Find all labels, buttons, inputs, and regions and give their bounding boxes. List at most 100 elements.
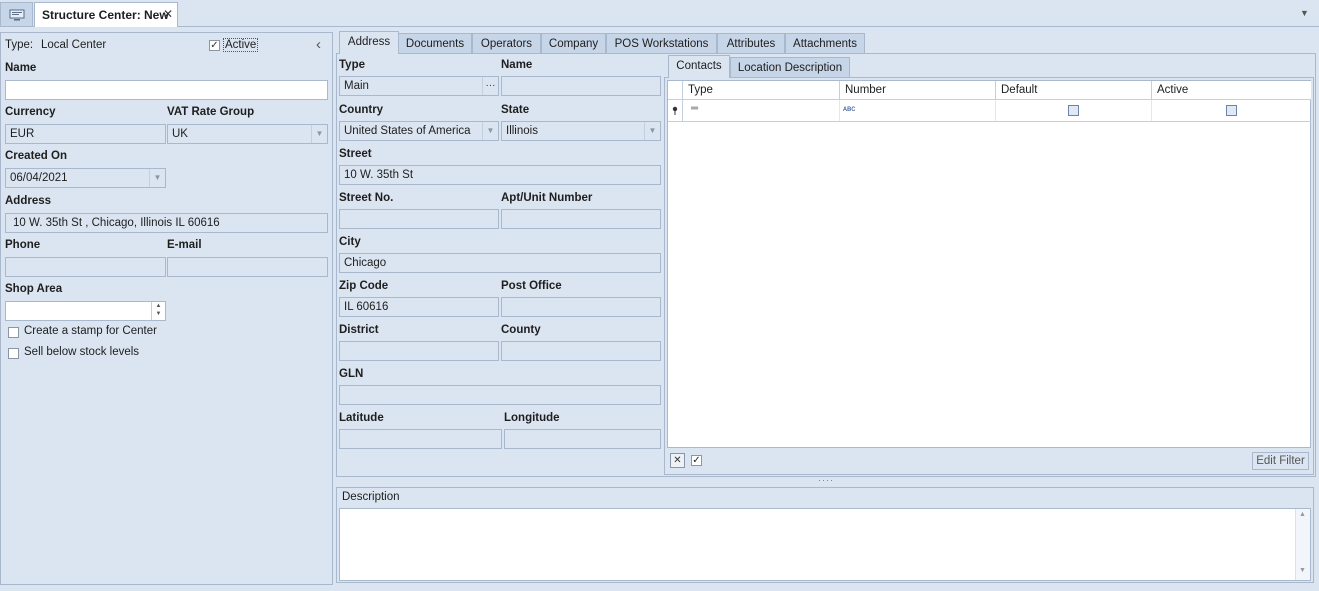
ellipsis-button[interactable]: ··· [482,77,498,95]
chevron-down-icon[interactable]: ▼ [149,169,165,187]
chevron-down-icon[interactable]: ▼ [1300,8,1309,18]
grid-footer: ✕ ✓ Edit Filter [667,450,1311,472]
column-header-type[interactable]: Type [683,81,840,100]
chevron-down-icon[interactable]: ▼ [311,125,327,143]
chevron-down-icon[interactable]: ▼ [482,122,498,140]
active-label[interactable]: Active [223,38,259,52]
address-type-label: Type [339,59,365,71]
tab-contacts[interactable]: Contacts [668,55,730,78]
tab-pos-workstations[interactable]: POS Workstations [606,33,717,54]
contacts-grid: Type Number Default Active ═ ᴀʙᴄ [667,80,1311,448]
left-panel: Type: Local Center ✓ Active ‹ Name Curre… [0,32,333,585]
pin-icon [672,106,678,115]
description-scrollbar[interactable]: ▲ ▼ [1295,509,1310,580]
vat-rate-group-value: UK [172,128,188,140]
gln-label: GLN [339,368,364,380]
address-field[interactable]: 10 W. 35th St , Chicago, Illinois IL 606… [5,213,328,233]
filter-cell-number[interactable]: ᴀʙᴄ [840,100,996,121]
type-label: Type: [5,39,34,51]
filter-row-indicator [668,100,683,121]
state-value: Illinois [506,125,538,137]
zip-code-field[interactable]: IL 60616 [339,297,499,317]
tab-attachments[interactable]: Attachments [785,33,865,54]
collapse-icon[interactable]: ‹ [316,36,321,53]
gln-field[interactable] [339,385,661,405]
filter-cell-default[interactable] [996,100,1152,121]
clear-filter-button[interactable]: ✕ [670,453,685,468]
district-field[interactable] [339,341,499,361]
latitude-field[interactable] [339,429,502,449]
apt-unit-field[interactable] [501,209,661,229]
app-menu-button[interactable] [0,2,33,26]
address-type-field[interactable]: Main ··· [339,76,499,96]
edit-filter-button[interactable]: Edit Filter [1252,452,1309,470]
post-office-label: Post Office [501,280,562,292]
tab-company[interactable]: Company [541,33,606,54]
longitude-label: Longitude [504,412,560,424]
country-value: United States of America [344,125,471,137]
street-no-field[interactable] [339,209,499,229]
default-filter-checkbox[interactable] [1068,105,1079,116]
state-select[interactable]: Illinois ▼ [501,121,661,141]
equals-icon: ═ [691,103,699,114]
sell-below-checkbox[interactable] [8,348,19,359]
latitude-label: Latitude [339,412,384,424]
created-on-date-picker[interactable]: 06/04/2021 ▼ [5,168,166,188]
phone-field[interactable] [5,257,166,277]
create-stamp-checkbox[interactable] [8,327,19,338]
spin-buttons[interactable]: ▲ ▼ [151,302,165,320]
column-header-number[interactable]: Number [840,81,996,100]
description-textarea[interactable] [339,508,1311,581]
column-header-default[interactable]: Default [996,81,1152,100]
column-header-active[interactable]: Active [1152,81,1311,100]
phone-label: Phone [5,239,41,251]
name-label: Name [5,62,37,74]
shop-area-label: Shop Area [5,283,63,295]
grid-indicator-header [668,81,683,100]
tab-location-description[interactable]: Location Description [730,57,850,78]
email-label: E-mail [167,239,202,251]
post-office-field[interactable] [501,297,661,317]
close-icon[interactable]: ✕ [163,7,173,21]
city-field[interactable]: Chicago [339,253,661,273]
text-filter-icon: ᴀʙᴄ [843,104,856,113]
filter-cell-active[interactable] [1152,100,1311,121]
chevron-down-icon[interactable]: ▼ [644,122,660,140]
create-stamp-label[interactable]: Create a stamp for Center [24,325,157,337]
filter-cell-type[interactable]: ═ [683,100,840,121]
tab-attributes[interactable]: Attributes [717,33,785,54]
city-label: City [339,236,361,248]
name-input[interactable] [5,80,328,100]
county-field[interactable] [501,341,661,361]
street-label: Street [339,148,372,160]
created-on-value: 06/04/2021 [10,172,68,184]
document-tab[interactable]: Structure Center: New ✕ [34,2,178,27]
vat-rate-group-select[interactable]: UK ▼ [167,124,328,144]
zip-code-label: Zip Code [339,280,389,292]
currency-label: Currency [5,106,56,118]
enable-filter-checkbox[interactable]: ✓ [691,455,702,466]
address-name-label: Name [501,59,533,71]
description-panel: Description ▲ ▼ [336,487,1314,583]
tab-address[interactable]: Address [339,31,399,54]
country-select[interactable]: United States of America ▼ [339,121,499,141]
monitor-icon [9,9,24,20]
scroll-down-icon[interactable]: ▼ [1299,567,1306,574]
description-label: Description [342,491,400,503]
document-tab-title: Structure Center: New [42,8,169,22]
active-checkbox[interactable]: ✓ [209,40,220,51]
apt-unit-label: Apt/Unit Number [501,192,593,204]
longitude-field[interactable] [504,429,661,449]
currency-field[interactable]: EUR [5,124,166,144]
street-no-label: Street No. [339,192,394,204]
splitter-grip[interactable]: ···· [818,475,834,485]
address-name-field[interactable] [501,76,661,96]
shop-area-spinner[interactable]: ▲ ▼ [5,301,166,321]
active-filter-checkbox[interactable] [1226,105,1237,116]
street-field[interactable]: 10 W. 35th St [339,165,661,185]
sell-below-label[interactable]: Sell below stock levels [24,346,139,358]
email-field[interactable] [167,257,328,277]
scroll-up-icon[interactable]: ▲ [1299,511,1306,518]
tab-operators[interactable]: Operators [472,33,541,54]
tab-documents[interactable]: Documents [398,33,472,54]
